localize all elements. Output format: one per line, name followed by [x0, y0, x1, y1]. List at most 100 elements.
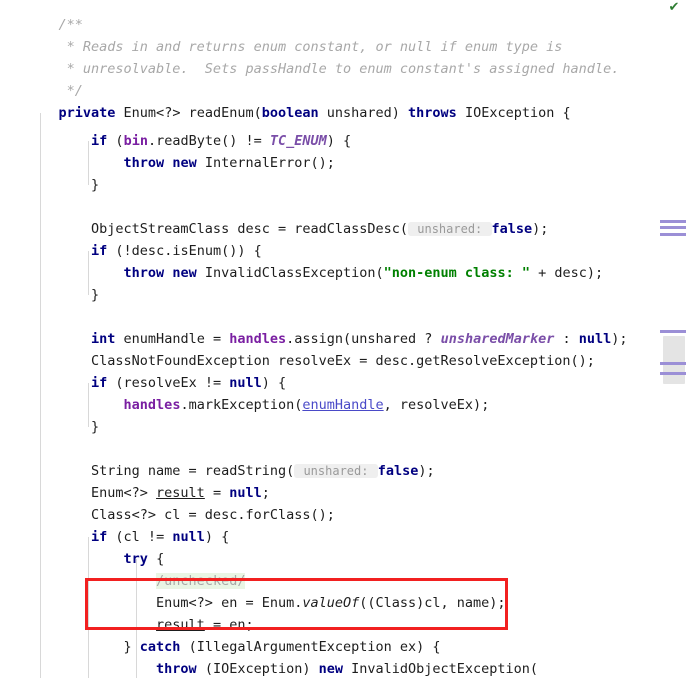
code-line[interactable]: } [26, 416, 99, 438]
code-line[interactable]: throw (IOException) new InvalidObjectExc… [26, 658, 538, 678]
code-token-kw: catch [139, 639, 181, 655]
minimap-usage-marker[interactable] [660, 233, 686, 236]
line-number [4, 278, 22, 300]
code-line[interactable]: private Enum<?> readEnum(boolean unshare… [26, 102, 571, 124]
code-token-plain: ) { [204, 529, 230, 545]
line-number [4, 80, 22, 102]
code-token-plain: InvalidClassException( [196, 265, 384, 281]
code-token-plain: Enum<?> readEnum( [115, 105, 262, 121]
code-token-kw: if [91, 133, 108, 149]
code-token-stfield: TC_ENUM [269, 133, 327, 149]
code-line[interactable]: throw new InternalError(); [26, 152, 335, 174]
line-number [4, 454, 22, 476]
code-token-plain: .assign(unshared ? [286, 331, 441, 347]
code-token-plain: IOException { [456, 105, 571, 121]
code-line[interactable]: Enum<?> en = Enum.valueOf((Class)cl, nam… [26, 592, 506, 614]
code-token-plain: Class<?> cl = desc.forClass(); [26, 507, 335, 523]
code-line[interactable]: if (bin.readByte() != TC_ENUM) { [26, 130, 351, 152]
code-line[interactable]: ObjectStreamClass desc = readClassDesc( … [26, 218, 548, 240]
code-token-plain: .readByte() != [147, 133, 270, 149]
code-line[interactable]: } [26, 284, 99, 306]
code-token-kw: false [491, 221, 533, 237]
code-editor[interactable]: /** * Reads in and returns enum constant… [0, 0, 686, 678]
code-token-plain: { [147, 551, 165, 567]
code-token-plain: InvalidObjectException( [343, 661, 539, 677]
line-number [4, 564, 22, 586]
right-scroll-rail[interactable]: ✔ [660, 0, 686, 678]
code-line[interactable]: * unresolvable. Sets passHandle to enum … [26, 58, 620, 80]
code-line[interactable]: if (cl != null) { [26, 526, 229, 548]
code-token-kw: boolean [261, 105, 319, 121]
line-number [4, 300, 22, 322]
code-line[interactable]: /unchecked/ [26, 570, 246, 592]
code-token-plain: String name = readString( [26, 463, 295, 479]
code-token-kw: new [172, 265, 197, 281]
code-token-kw: null [578, 331, 612, 347]
line-number-gutter[interactable] [0, 0, 26, 678]
code-line[interactable]: try { [26, 548, 165, 570]
code-line[interactable]: /** [26, 14, 83, 36]
code-line[interactable]: } catch (IllegalArgumentException ex) { [26, 636, 441, 658]
line-number [4, 124, 22, 146]
code-token-under: result [156, 485, 205, 501]
code-token-plain: InternalError(); [196, 155, 335, 171]
code-line[interactable]: handles.markException(enumHandle, resolv… [26, 394, 490, 416]
inspection-status-checkmark-icon[interactable]: ✔ [667, 1, 681, 15]
code-line[interactable]: throw new InvalidClassException("non-enu… [26, 262, 604, 284]
minimap-usage-marker[interactable] [660, 226, 686, 229]
code-line[interactable]: int enumHandle = handles.assign(unshared… [26, 328, 628, 350]
code-line[interactable]: String name = readString( unshared: fals… [26, 460, 435, 482]
code-token-plain: enumHandle = [115, 331, 230, 347]
scrollbar-thumb[interactable] [663, 336, 685, 384]
code-token-plain: } [26, 419, 100, 435]
code-line[interactable]: Enum<?> result = null; [26, 482, 270, 504]
code-token-cmt: /** [58, 17, 83, 33]
line-number [4, 14, 22, 36]
code-token-plain: Enum<?> en = Enum. [26, 595, 303, 611]
code-token-kw: null [172, 529, 205, 545]
code-token-plain: ( [107, 133, 124, 149]
code-token-plain: (cl != [107, 529, 173, 545]
code-token-kw: int [91, 331, 116, 347]
minimap-usage-marker[interactable] [660, 372, 686, 375]
code-token-plain: ); [611, 331, 628, 347]
code-token-plain: : [554, 331, 579, 347]
code-token-plain: ObjectStreamClass desc = readClassDesc( [26, 221, 409, 237]
line-number [4, 58, 22, 80]
line-number [4, 586, 22, 608]
code-token-plain: = en; [204, 617, 254, 633]
code-line[interactable]: ClassNotFoundException resolveEx = desc.… [26, 350, 595, 372]
code-line[interactable]: } [26, 174, 99, 196]
code-token-field: handles [229, 331, 287, 347]
code-token-cmt-hl: /unchecked/ [156, 573, 246, 589]
code-content-area[interactable]: /** * Reads in and returns enum constant… [26, 0, 660, 678]
code-line[interactable]: * Reads in and returns enum constant, or… [26, 36, 563, 58]
code-token-cmt: * Reads in and returns enum constant, or… [26, 39, 563, 55]
code-token-kw: if [91, 529, 108, 545]
minimap-usage-marker[interactable] [660, 330, 686, 333]
code-token-stfield: unsharedMarker [440, 331, 555, 347]
code-token-kw: new [318, 661, 343, 677]
code-line[interactable]: */ [26, 80, 83, 102]
code-line[interactable]: if (resolveEx != null) { [26, 372, 286, 394]
line-number [4, 542, 22, 564]
code-token-plain: } [26, 639, 140, 655]
code-line[interactable]: Class<?> cl = desc.forClass(); [26, 504, 335, 526]
line-number [4, 256, 22, 278]
line-number [4, 190, 22, 212]
code-token-hint: unshared: [294, 464, 378, 478]
minimap-usage-marker[interactable] [660, 362, 686, 365]
code-line[interactable]: result = en; [26, 614, 254, 636]
code-token-plain: ); [418, 463, 435, 479]
code-line[interactable]: if (!desc.isEnum()) { [26, 240, 262, 262]
minimap-usage-marker[interactable] [660, 220, 686, 223]
code-token-plain: ) { [261, 375, 287, 391]
line-number [4, 344, 22, 366]
code-token-localref: enumHandle [302, 397, 384, 413]
